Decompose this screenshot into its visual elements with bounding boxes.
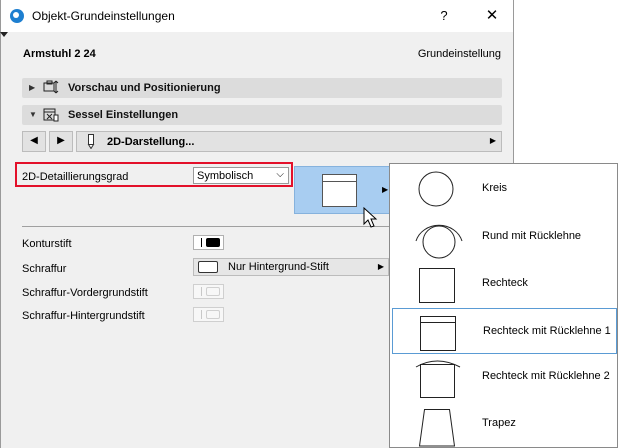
next-page-button[interactable]: ▶ [49,131,73,152]
chair-settings-icon [43,108,59,122]
object-name: Armstuhl 2 24 [23,48,96,60]
detail-level-select[interactable]: Symbolisch ⌵ [193,167,289,184]
rect-arc-symbol-icon [415,360,461,398]
fill-type-value: Nur Hintergrund-Stift [228,261,329,273]
mouse-cursor-icon [363,207,378,228]
close-button[interactable]: ✕ [481,6,503,26]
contour-pen-picker[interactable] [193,235,224,250]
symbol-option-circle[interactable]: Kreis [392,166,617,212]
circle-back-symbol-icon [415,224,463,259]
fill-label: Schraffur [22,263,67,275]
detail-level-label: 2D-Detaillierungsgrad [22,171,129,183]
submenu-arrow-icon: ▶ [489,136,496,145]
expand-marker-icon [0,32,8,37]
rect-back-symbol-icon [322,174,357,207]
symbol-option-trapezoid[interactable]: Trapez [392,401,617,447]
preview-position-icon [43,80,59,94]
submenu-arrow-icon: ▶ [377,262,384,271]
pen-icon [87,134,95,149]
left-arrow-icon: ◀ [30,135,38,146]
pen-color-swatch [206,310,220,319]
page-label: 2D-Darstellung... [107,136,195,148]
pen-weight-icon [201,287,202,296]
fill-swatch [198,261,218,273]
section-label: Vorschau und Positionierung [68,82,221,94]
settings-mode: Grundeinstellung [417,48,501,60]
chevron-down-icon: ⌵ [276,169,284,180]
rect-symbol-icon [419,268,455,303]
symbol-option-rect[interactable]: Rechteck [392,261,617,307]
symbol-option-label: Kreis [482,182,508,194]
section-chair-settings[interactable]: ▼ Sessel Einstellungen [22,105,502,125]
previous-page-button[interactable]: ◀ [22,131,46,152]
page-navigator: ◀ ▶ 2D-Darstellung... ▶ [22,131,502,153]
fill-background-pen-picker[interactable] [193,307,224,322]
pen-color-swatch [206,238,220,247]
collapsed-arrow-icon: ▶ [29,83,36,92]
window-title: Objekt-Grundeinstellungen [32,9,175,23]
symbol-option-rect-back-1[interactable]: Rechteck mit Rücklehne 1 [392,308,617,354]
right-arrow-icon: ▶ [57,135,65,146]
detail-level-value: Symbolisch [197,170,254,182]
fill-type-select[interactable]: Nur Hintergrund-Stift ▶ [193,258,389,276]
section-label: Sessel Einstellungen [68,109,179,121]
symbol-option-label: Rechteck mit Rücklehne 2 [482,370,610,382]
circle-symbol-icon [418,171,454,207]
app-icon [10,9,24,23]
expanded-arrow-icon: ▼ [29,110,37,119]
title-bar[interactable]: Objekt-Grundeinstellungen ? ✕ [1,0,513,32]
fill-foreground-pen-picker[interactable] [193,284,224,299]
page-selector[interactable]: 2D-Darstellung... ▶ [76,131,502,152]
symbol-option-rect-back-2[interactable]: Rechteck mit Rücklehne 2 [392,354,617,400]
symbol-option-label: Rund mit Rücklehne [482,230,582,242]
contour-pen-label: Konturstift [22,238,72,250]
trapezoid-symbol-icon [418,409,456,447]
pen-color-swatch [206,287,220,296]
symbol-option-circle-back[interactable]: Rund mit Rücklehne [392,214,617,260]
symbol-option-label: Rechteck mit Rücklehne 1 [483,325,611,337]
rect-back-symbol-icon [420,316,456,351]
submenu-arrow-icon: ▶ [382,185,389,194]
help-button[interactable]: ? [433,6,455,26]
symbol-option-label: Rechteck [482,277,528,289]
fill-foreground-pen-label: Schraffur-Vordergrundstift [22,287,148,299]
section-preview-positioning[interactable]: ▶ Vorschau und Positionierung [22,78,502,98]
symbol-option-label: Trapez [482,417,516,429]
fill-background-pen-label: Schraffur-Hintergrundstift [22,310,145,322]
symbol-popup-menu: Kreis Rund mit Rücklehne Rechteck Rechte… [389,163,618,448]
pen-weight-icon [201,238,202,247]
pen-weight-icon [201,310,202,319]
